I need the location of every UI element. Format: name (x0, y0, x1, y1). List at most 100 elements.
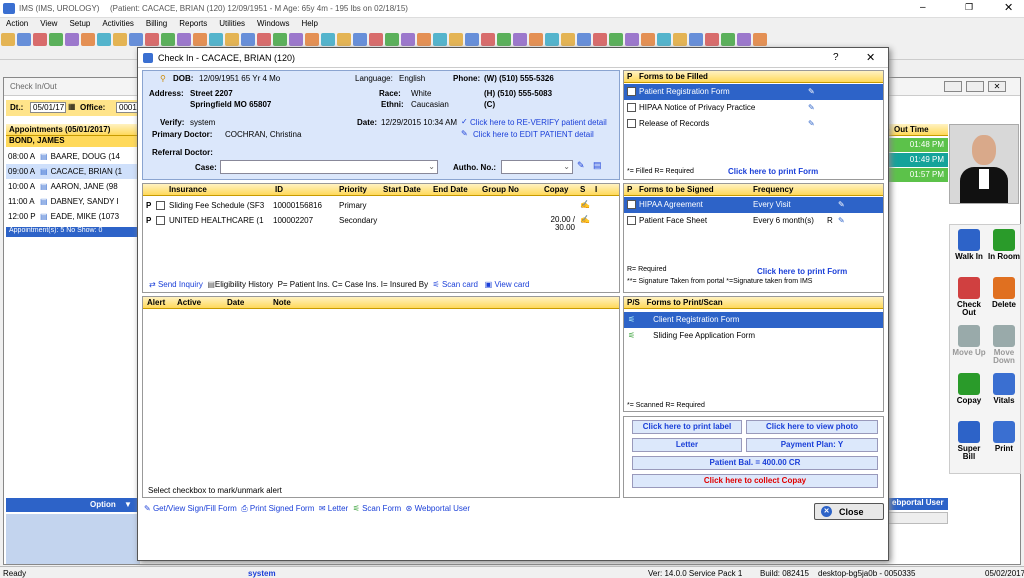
toolbar-button-icon[interactable] (737, 33, 751, 46)
appointment-row[interactable]: 08:00 A ▤ BAARE, DOUG (14 (6, 149, 140, 164)
calendar-icon[interactable]: ▦ (68, 102, 76, 111)
toolbar-button-icon[interactable] (257, 33, 271, 46)
view-photo-button[interactable]: Click here to view photo (746, 420, 878, 434)
toolbar-button-icon[interactable] (81, 33, 95, 46)
toolbar-button-icon[interactable] (513, 33, 527, 46)
toolbar-button-icon[interactable] (1, 33, 15, 46)
signature-icon[interactable]: ✍ (580, 215, 590, 224)
case-dropdown-icon[interactable]: ⌄ (428, 162, 435, 171)
menu-activities[interactable]: Activities (102, 19, 134, 28)
appointment-row[interactable]: 11:00 A ▤ DABNEY, SANDY I (6, 194, 140, 209)
collect-copay-button[interactable]: Click here to collect Copay (632, 474, 878, 488)
menu-billing[interactable]: Billing (146, 19, 167, 28)
toolbar-button-icon[interactable] (641, 33, 655, 46)
chevron-down-icon[interactable]: ▼ (124, 500, 132, 509)
toolbar-button-icon[interactable] (161, 33, 175, 46)
toolbar-button-icon[interactable] (321, 33, 335, 46)
toolbar-button-icon[interactable] (625, 33, 639, 46)
toolbar-button-icon[interactable] (593, 33, 607, 46)
form-print-row[interactable]: ⚟ Client Registration Form (624, 312, 883, 328)
edit-autho-icon[interactable]: ✎ (577, 160, 585, 171)
toolbar-button-icon[interactable] (385, 33, 399, 46)
print-button[interactable]: Print (987, 421, 1021, 453)
close-app-button[interactable]: ✕ (1004, 1, 1013, 14)
form-print-row[interactable]: ⚟ Sliding Fee Application Form (624, 328, 883, 344)
delete-button[interactable]: Delete (987, 277, 1021, 309)
payment-plan-button[interactable]: Payment Plan: Y (746, 438, 878, 452)
toolbar-button-icon[interactable] (273, 33, 287, 46)
toolbar-button-icon[interactable] (65, 33, 79, 46)
send-inquiry-link[interactable]: Send Inquiry (158, 280, 203, 289)
form-checkbox[interactable] (627, 216, 636, 226)
toolbar-button-icon[interactable] (145, 33, 159, 46)
get-view-sign-fill-link[interactable]: Get/View Sign/Fill Form (153, 504, 237, 513)
provider-row[interactable]: BOND, JAMES (6, 136, 140, 147)
toolbar-button-icon[interactable] (241, 33, 255, 46)
edit-patient-link[interactable]: Click here to EDIT PATIENT detail (473, 130, 594, 139)
form-checkbox[interactable] (627, 119, 636, 129)
form-sign-row[interactable]: Patient Face Sheet Every 6 month(s) R ✎ (624, 213, 883, 229)
vitals-button[interactable]: Vitals (987, 373, 1021, 405)
toolbar-button-icon[interactable] (689, 33, 703, 46)
appointment-row[interactable]: 12:00 P ▤ EADE, MIKE (1073 (6, 209, 140, 224)
checkin-close-button[interactable]: ✕ (988, 81, 1006, 92)
toolbar-button-icon[interactable] (497, 33, 511, 46)
super-bill-button[interactable]: Super Bill (952, 421, 986, 461)
edit-form-icon[interactable]: ✎ (808, 116, 815, 132)
autho-dropdown-icon[interactable]: ⌄ (563, 162, 570, 171)
toolbar-button-icon[interactable] (33, 33, 47, 46)
walk-in-button[interactable]: Walk In (952, 229, 986, 261)
toolbar-button-icon[interactable] (705, 33, 719, 46)
form-sign-row[interactable]: HIPAA Agreement Every Visit ✎ (624, 197, 883, 213)
menu-action[interactable]: Action (6, 19, 28, 28)
letter-button[interactable]: Letter (632, 438, 742, 452)
toolbar-button-icon[interactable] (369, 33, 383, 46)
in-room-button[interactable]: In Room (987, 229, 1021, 261)
appointment-row[interactable]: 09:00 A ▤ CACACE, BRIAN (1 (6, 164, 140, 179)
edit-form-icon[interactable]: ✎ (838, 213, 845, 229)
print-label-button[interactable]: Click here to print label (632, 420, 742, 434)
menu-view[interactable]: View (40, 19, 57, 28)
letter-link[interactable]: Letter (328, 504, 348, 513)
date-input[interactable]: 05/01/17 (30, 102, 66, 113)
toolbar-button-icon[interactable] (433, 33, 447, 46)
menu-help[interactable]: Help (302, 19, 318, 28)
document-icon[interactable]: ▤ (593, 160, 602, 171)
toolbar-button-icon[interactable] (225, 33, 239, 46)
checkin-restore-button[interactable] (966, 81, 984, 92)
reverify-link[interactable]: Click here to RE-VERIFY patient detail (470, 118, 607, 127)
scan-card-link[interactable]: Scan card (442, 280, 478, 289)
option-button[interactable]: Option (90, 500, 116, 509)
signature-icon[interactable]: ✍ (580, 200, 590, 209)
form-fill-row[interactable]: Patient Registration Form ✎ (624, 84, 883, 100)
close-button[interactable]: ✕ Close (814, 503, 884, 520)
eligibility-history-link[interactable]: Eligibility History (215, 280, 273, 289)
toolbar-button-icon[interactable] (657, 33, 671, 46)
scan-form-link[interactable]: Scan Form (362, 504, 401, 513)
appointment-row[interactable]: 10:00 A ▤ AARON, JANE (98 (6, 179, 140, 194)
toolbar-button-icon[interactable] (289, 33, 303, 46)
menu-utilities[interactable]: Utilities (219, 19, 245, 28)
toolbar-button-icon[interactable] (401, 33, 415, 46)
toolbar-button-icon[interactable] (673, 33, 687, 46)
toolbar-button-icon[interactable] (721, 33, 735, 46)
form-checkbox[interactable] (627, 87, 636, 97)
checkin-minimize-button[interactable] (944, 81, 962, 92)
form-fill-row[interactable]: HIPAA Notice of Privacy Practice ✎ (624, 100, 883, 116)
insurance-checkbox[interactable] (156, 216, 165, 225)
toolbar-button-icon[interactable] (353, 33, 367, 46)
toolbar-button-icon[interactable] (481, 33, 495, 46)
move-down-button[interactable]: Move Down (987, 325, 1021, 365)
toolbar-button-icon[interactable] (17, 33, 31, 46)
toolbar-button-icon[interactable] (337, 33, 351, 46)
dialog-close-button[interactable]: ✕ (866, 51, 875, 64)
toolbar-button-icon[interactable] (449, 33, 463, 46)
toolbar-button-icon[interactable] (113, 33, 127, 46)
form-checkbox[interactable] (627, 103, 636, 113)
toolbar-button-icon[interactable] (209, 33, 223, 46)
menu-windows[interactable]: Windows (257, 19, 289, 28)
toolbar-button-icon[interactable] (577, 33, 591, 46)
edit-form-icon[interactable]: ✎ (808, 84, 815, 100)
menu-reports[interactable]: Reports (179, 19, 207, 28)
insurance-row[interactable]: P UNITED HEALTHCARE (1 100002207 Secondary 2… (143, 214, 619, 232)
